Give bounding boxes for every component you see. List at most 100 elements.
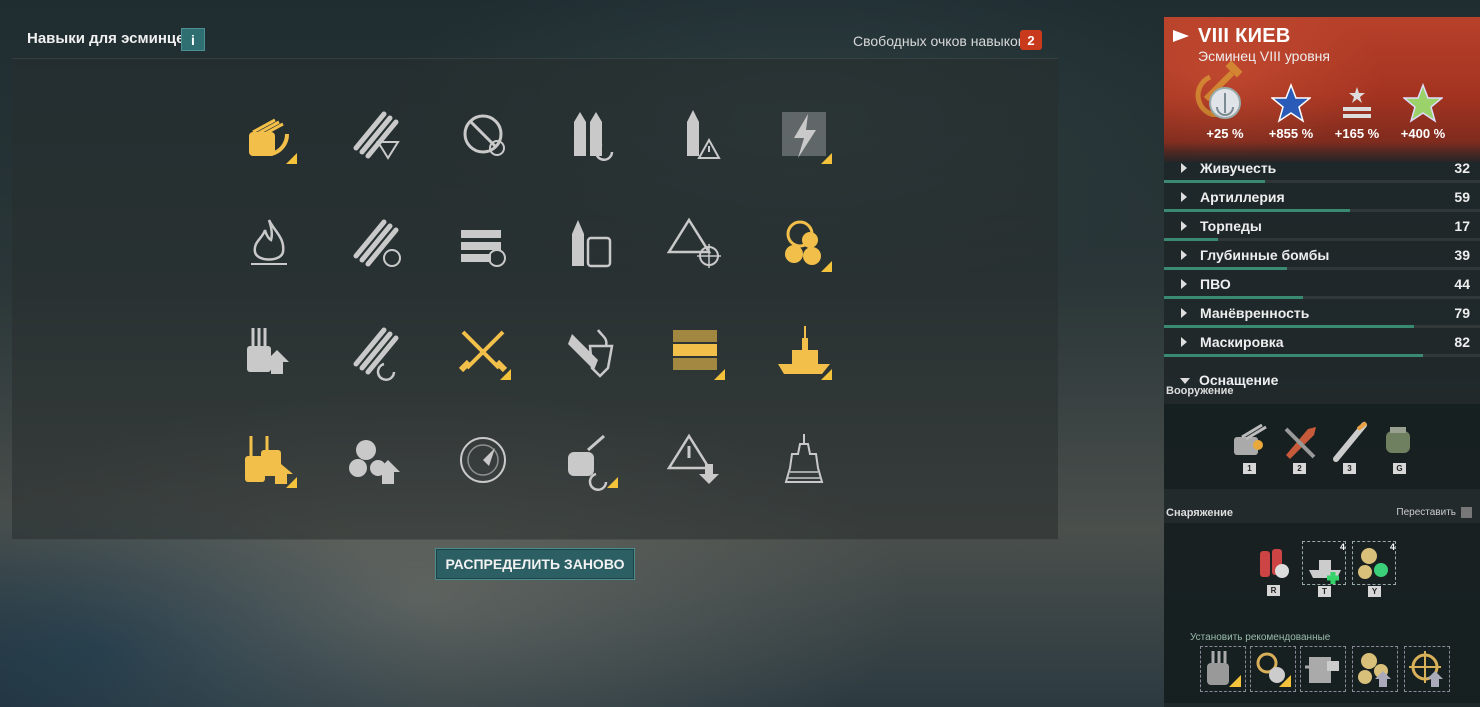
stat-value: 17: [1454, 218, 1470, 234]
hotkey-badge: R: [1267, 585, 1280, 596]
armament-slot-depth-charge[interactable]: G: [1378, 419, 1422, 474]
ship-subtitle: Эсминец VIII уровня: [1198, 48, 1330, 64]
skill-fire-shield[interactable]: [558, 320, 622, 384]
chevron-right-icon: [1181, 250, 1187, 260]
aiming-systems-icon: [1305, 657, 1339, 683]
skill-shells-reload[interactable]: [558, 104, 622, 168]
fire-icon: [251, 219, 287, 265]
bonus-blue-star: +855 %: [1256, 83, 1326, 141]
rearrange-button[interactable]: Переставить: [1396, 507, 1472, 518]
skill-turret-up[interactable]: [237, 320, 301, 384]
recommended-label[interactable]: Установить рекомендованные: [1190, 632, 1330, 643]
skill-torpedo-speed[interactable]: [344, 212, 408, 276]
supplies-label: Снаряжение: [1166, 507, 1233, 519]
ship-front-icon: [784, 434, 824, 483]
upgrade-slot-propulsion-mod[interactable]: [1250, 646, 1296, 692]
skill-gun-rotation[interactable]: [237, 104, 301, 168]
stat-label: Манёвренность: [1200, 305, 1310, 321]
skill-ship-silhouette[interactable]: [772, 320, 836, 384]
supply-count: 4: [1389, 542, 1395, 552]
skill-helm-propeller[interactable]: [772, 212, 836, 276]
skill-propeller-up[interactable]: [344, 428, 408, 492]
skill-fire[interactable]: [237, 212, 301, 276]
hotkey-badge: 3: [1343, 463, 1356, 474]
skill-torpedo-down[interactable]: [344, 104, 408, 168]
redistribute-button[interactable]: РАСПРЕДЕЛИТЬ ЗАНОВО: [435, 548, 635, 580]
stat-row[interactable]: ПВО 44: [1164, 271, 1480, 300]
skill-ship-front[interactable]: [772, 428, 836, 492]
armament-box: 1 2 3 G: [1164, 404, 1480, 489]
bonus-value: +400 %: [1400, 126, 1446, 141]
skill-warning-down[interactable]: [665, 428, 729, 492]
skill-repair-timer[interactable]: [451, 212, 515, 276]
bonus-green-star: +400 %: [1388, 83, 1458, 141]
stat-row[interactable]: Маскировка 82: [1164, 329, 1480, 358]
stat-label: Артиллерия: [1200, 189, 1285, 205]
propeller-up-icon: [349, 440, 400, 484]
torpedo-speed-icon: [353, 219, 401, 267]
upgrade-slot-engine-boost-mod[interactable]: [1352, 646, 1398, 692]
stat-row[interactable]: Торпеды 17: [1164, 213, 1480, 242]
stat-label: Живучесть: [1200, 160, 1277, 176]
skill-shell-barrels[interactable]: [558, 212, 622, 276]
silver-coins-icon: [1209, 87, 1241, 119]
skill-radar[interactable]: [451, 428, 515, 492]
shell-icon: [1284, 427, 1316, 459]
pennant-icon: [1173, 30, 1189, 42]
shell-barrels-icon: [572, 220, 612, 268]
stat-label: ПВО: [1200, 276, 1231, 292]
skill-corner-marker: [286, 153, 297, 164]
page-title: Навыки для эсминцев: [27, 30, 194, 47]
torpedo-reload-icon: [353, 327, 399, 381]
skill-corner-marker: [607, 477, 618, 488]
skill-warning-target[interactable]: [665, 212, 729, 276]
stat-row[interactable]: Глубинные бомбы 39: [1164, 242, 1480, 271]
skill-crossed-swords[interactable]: [451, 320, 515, 384]
skill-turret-double-up[interactable]: [237, 428, 301, 492]
skill-lightning[interactable]: [772, 104, 836, 168]
supply-slot-damage-control[interactable]: R: [1252, 541, 1296, 596]
chevron-right-icon: [1181, 221, 1187, 231]
armament-slot-shell[interactable]: 2: [1278, 419, 1322, 474]
stat-bar-fill: [1164, 238, 1218, 241]
skill-repair-party[interactable]: [665, 320, 729, 384]
upgrade-slot-aiming-systems[interactable]: [1300, 646, 1346, 692]
supply-slot-engine-boost[interactable]: Y 4: [1352, 541, 1396, 597]
chevron-down-icon: [1180, 378, 1190, 384]
stat-label: Торпеды: [1200, 218, 1262, 234]
rearrange-icon: [1461, 507, 1472, 518]
stat-value: 44: [1454, 276, 1470, 292]
stat-row[interactable]: Манёвренность 79: [1164, 300, 1480, 329]
prohibited-icon: [463, 114, 505, 156]
rearrange-label: Переставить: [1396, 507, 1456, 519]
stat-bar-fill: [1164, 180, 1265, 183]
propulsion-mod-icon: [1256, 652, 1291, 687]
supply-count: 4: [1339, 542, 1345, 552]
armament-slot-main-battery[interactable]: 1: [1228, 419, 1272, 474]
chevron-right-icon: [1181, 337, 1187, 347]
armament-slot-torpedo[interactable]: 3: [1328, 419, 1372, 474]
bonus-silver-coins: +25 %: [1190, 83, 1260, 141]
stat-label: Маскировка: [1200, 334, 1284, 350]
info-button[interactable]: i: [181, 28, 205, 51]
warning-target-icon: [666, 217, 721, 268]
free-points-label: Свободных очков навыков:: [853, 33, 1030, 49]
stat-row[interactable]: Артиллерия 59: [1164, 184, 1480, 213]
stat-row[interactable]: Живучесть 32: [1164, 155, 1480, 184]
skill-corner-marker: [821, 153, 832, 164]
chevron-right-icon: [1181, 308, 1187, 318]
skill-prohibited[interactable]: [451, 104, 515, 168]
skill-torpedo-reload[interactable]: [344, 320, 408, 384]
skills-panel: [12, 58, 1058, 540]
rank-star-icon: [1343, 87, 1371, 118]
stat-value: 79: [1454, 305, 1470, 321]
supply-slot-repair-party-supply[interactable]: T 4: [1302, 541, 1346, 597]
skill-shell-warning[interactable]: [665, 104, 729, 168]
damage-control-icon: [1260, 549, 1289, 578]
steering-gears-icon: [1409, 651, 1443, 687]
upgrade-slot-main-armaments-mod[interactable]: [1200, 646, 1246, 692]
stat-value: 59: [1454, 189, 1470, 205]
skill-grenade-reload[interactable]: [558, 428, 622, 492]
hotkey-badge: 2: [1293, 463, 1306, 474]
upgrade-slot-steering-gears[interactable]: [1404, 646, 1450, 692]
